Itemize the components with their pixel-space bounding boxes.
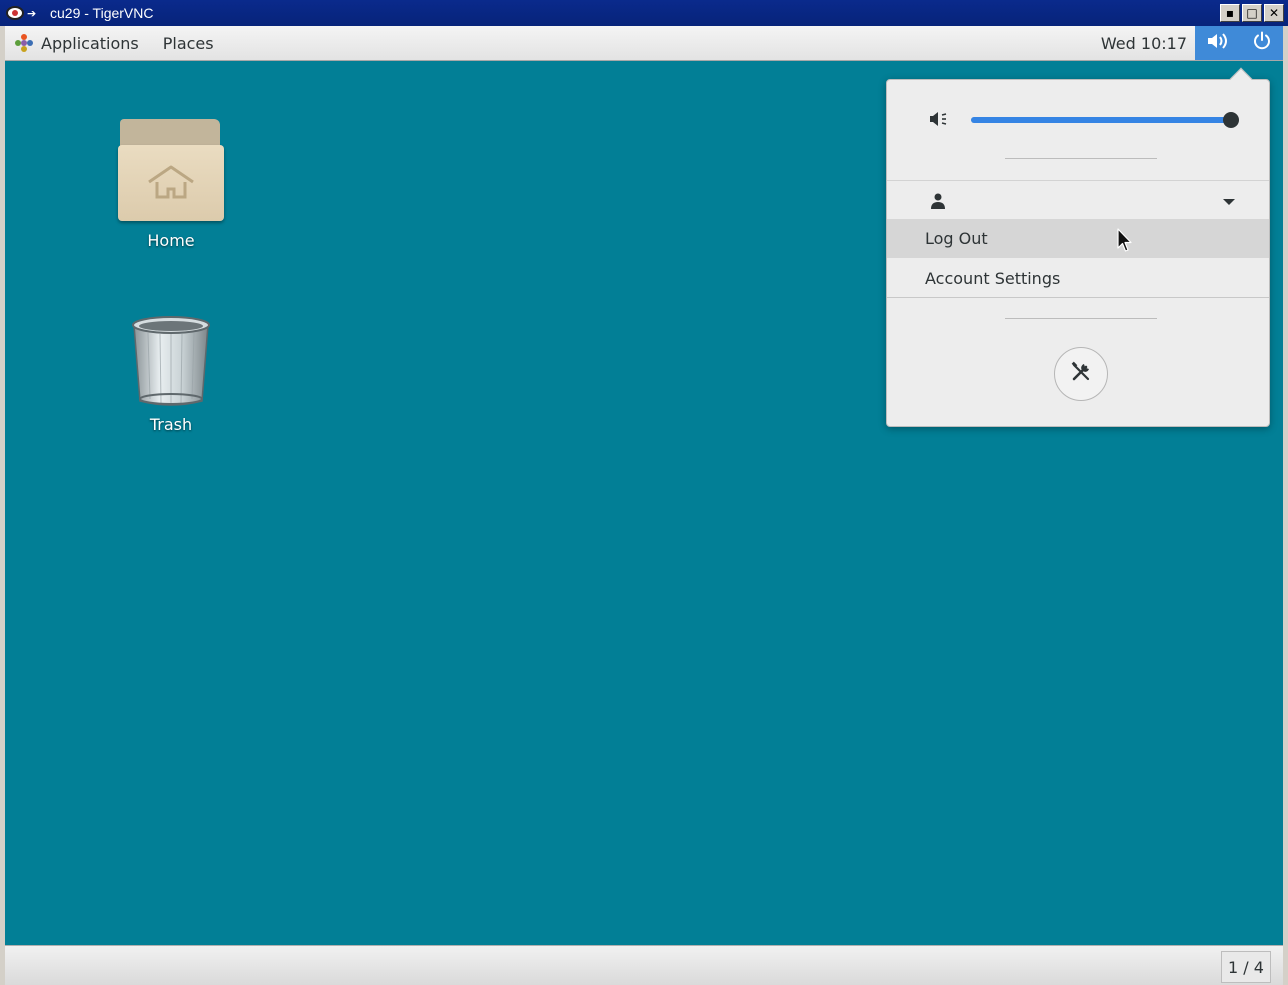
volume-slider-knob[interactable] [1223, 112, 1239, 128]
minimize-button[interactable]: ▪ [1220, 4, 1240, 22]
user-icon [931, 193, 945, 213]
top-panel: Applications Places Wed 10:17 [5, 26, 1283, 61]
speaker-icon [929, 110, 951, 132]
applications-label: Applications [41, 33, 139, 53]
trash-icon [118, 315, 224, 407]
submenu-divider [887, 297, 1269, 298]
places-label: Places [162, 33, 214, 53]
workspace-indicator: 1 / 4 [1228, 957, 1264, 977]
window-title: cu29 - TigerVNC [50, 5, 154, 21]
system-tray[interactable] [1195, 26, 1283, 60]
status-menu: Log Out Account Settings [886, 67, 1270, 427]
vnc-titlebar: ➔ cu29 - TigerVNC ▪ □ ✕ [0, 0, 1288, 26]
workspace-switcher[interactable]: 1 / 4 [1221, 951, 1271, 983]
places-menu[interactable]: Places [151, 26, 226, 60]
desktop-icon-trash[interactable]: Trash [111, 315, 231, 434]
bottom-panel: 1 / 4 [5, 945, 1283, 985]
clock[interactable]: Wed 10:17 [1101, 34, 1187, 53]
account-settings-item[interactable]: Account Settings [887, 259, 1269, 298]
separator [1005, 318, 1157, 319]
volume-row [887, 102, 1269, 138]
window-controls: ▪ □ ✕ [1220, 4, 1284, 22]
maximize-button[interactable]: □ [1242, 4, 1262, 22]
applications-menu[interactable]: Applications [5, 26, 151, 60]
log-out-item[interactable]: Log Out [887, 219, 1269, 258]
volume-slider-fill [971, 117, 1231, 123]
separator [1005, 158, 1157, 159]
home-folder-icon [118, 119, 224, 223]
desktop-icon-home[interactable]: Home [111, 119, 231, 250]
mouse-pointer-icon [1117, 228, 1133, 258]
applications-icon [15, 34, 33, 52]
user-submenu-header[interactable] [887, 180, 1269, 220]
trash-label: Trash [149, 415, 193, 434]
settings-button[interactable] [1054, 347, 1108, 401]
account-settings-label: Account Settings [925, 269, 1061, 288]
home-label: Home [147, 231, 195, 250]
tigervnc-app-icon[interactable]: ➔ [6, 3, 46, 23]
chevron-down-icon [1223, 199, 1235, 205]
settings-tools-icon [1069, 360, 1093, 388]
close-button[interactable]: ✕ [1264, 4, 1284, 22]
power-icon [1252, 31, 1272, 56]
log-out-label: Log Out [925, 229, 988, 248]
volume-icon [1207, 32, 1229, 55]
volume-slider[interactable] [971, 112, 1239, 128]
